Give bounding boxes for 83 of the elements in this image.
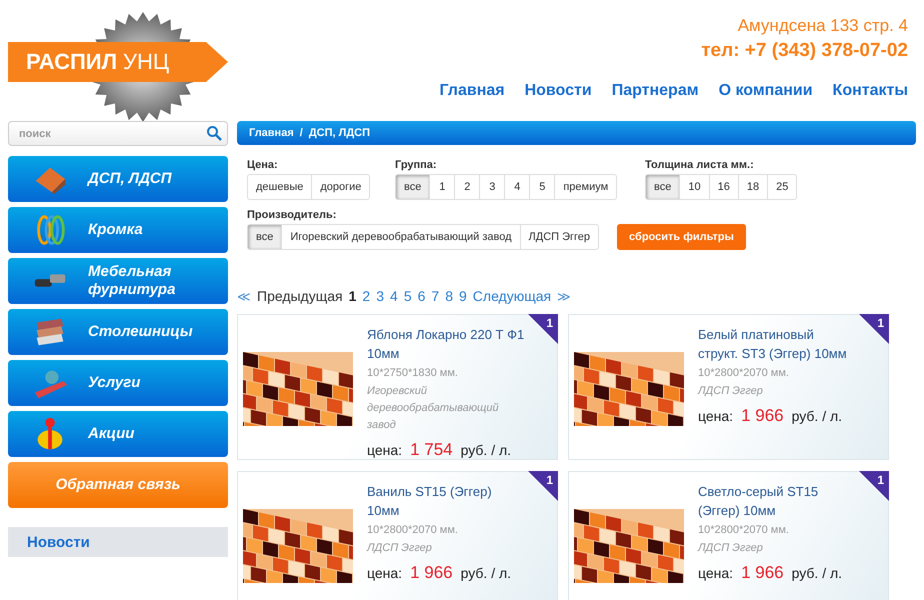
page-link[interactable]: 6 [418,288,426,304]
filter-label: Группа: [395,159,438,171]
page-link[interactable]: 5 [404,288,412,304]
category-button[interactable]: Услуги [8,360,228,406]
category-button[interactable]: ДСП, ЛДСП [8,156,228,202]
product-maker: ЛДСП Эггер [367,541,433,556]
reset-filters-button[interactable]: сбросить фильтры [617,224,746,250]
nav-link[interactable]: Контакты [832,82,908,100]
breadcrumb-separator: / [300,127,303,139]
page-link[interactable]: 7 [431,288,440,304]
next-icon[interactable]: ≫ [557,288,572,304]
category-button[interactable]: Столешницы [8,309,228,355]
filter-option[interactable]: 25 [767,174,798,200]
price-unit: руб. / л. [792,565,842,581]
product-name[interactable]: Ваниль ST15 (Эггер) 10мм [367,482,525,520]
product-size: 10*2800*2070 мм. [698,367,790,379]
filter-option[interactable]: ЛДСП Эггер [520,224,600,250]
nav-link[interactable]: Партнерам [612,82,699,100]
group-badge: 1 [859,314,889,344]
page-link[interactable]: 3 [376,288,384,304]
page-link[interactable]: 4 [390,288,398,304]
news-heading: Новости [8,527,228,557]
price-label: цена: [698,408,734,424]
product-maker: Игоревский деревообрабатывающий завод [367,384,500,433]
page-link[interactable]: 1 [348,288,356,304]
product-name[interactable]: Белый платиновый структ. ST3 (Эггер) 10мм [698,325,856,363]
filter-option[interactable]: все [247,224,282,250]
filter-option[interactable]: 3 [479,174,506,200]
previous-icon[interactable]: ≪ [237,288,251,304]
page-link[interactable]: 8 [445,288,453,304]
group-badge: 1 [859,471,889,501]
filter-label: Цена: [247,159,279,171]
filter-option[interactable]: дешевые [247,174,312,200]
price-value: 1 754 [410,440,453,460]
next-link[interactable]: Следующая [472,288,552,304]
category-button[interactable]: Кромка [8,207,228,253]
nav-link[interactable]: Новости [524,82,592,100]
product-name[interactable]: Яблоня Локарно 220 Т Ф1 10мм [367,325,525,363]
filter-label: Толщина листа мм.: [645,159,755,171]
price-value: 1 966 [741,406,784,426]
group-badge: 1 [528,471,558,501]
category-button[interactable]: Акции [8,411,228,457]
filter-option[interactable]: 18 [738,174,768,200]
previous-label: Предыдущая [257,288,343,304]
address-text: Амундсена 133 стр. 4 [738,16,908,36]
filter-option[interactable]: 10 [679,174,710,200]
price-unit: руб. / л. [460,442,512,458]
price-label: цена: [698,565,734,581]
price-value: 1 966 [741,563,784,583]
nav-link[interactable]: О компании [718,82,813,100]
price-label: цена: [367,565,402,581]
filter-option[interactable]: 2 [454,174,480,200]
filter-option[interactable]: 1 [429,174,456,200]
filter-option[interactable]: Игоревский деревообрабатывающий завод [281,224,521,250]
category-button[interactable]: Мебельная фурнитура [8,258,228,304]
price-unit: руб. / л. [460,565,512,581]
breadcrumb-link[interactable]: ДСП, ЛДСП [308,127,370,139]
product-maker: ЛДСП Эггер [698,384,764,399]
filter-option[interactable]: 16 [708,174,739,200]
page-link[interactable]: 9 [459,288,467,304]
group-badge: 1 [528,314,558,344]
product-size: 10*2800*2070 мм. [698,524,790,536]
nav-link[interactable]: Главная [440,82,505,100]
product-size: 10*2800*2070 мм. [367,524,459,536]
logo-banner: РАСПИЛ УНЦ [8,42,228,82]
phone-text: тел: +7 (343) 378-07-02 [701,40,908,62]
filter-label: Производитель: [247,209,338,221]
filter-option[interactable]: 5 [529,174,556,200]
filter-option[interactable]: дорогие [311,174,370,200]
search-field[interactable]: поиск [8,121,228,146]
page-link[interactable]: 2 [362,288,370,304]
product-size: 10*2750*1830 мм. [367,367,459,379]
product-name[interactable]: Светло-серый ST15 (Эггер) 10мм [698,482,856,520]
price-value: 1 966 [410,563,453,583]
product-maker: ЛДСП Эггер [698,541,764,556]
breadcrumb-link[interactable]: Главная [249,127,294,139]
search-icon[interactable] [206,125,222,141]
filter-option[interactable]: премиум [554,174,618,200]
price-label: цена: [367,442,402,458]
filter-option[interactable]: все [645,174,680,200]
filter-option[interactable]: 4 [504,174,530,200]
price-unit: руб. / л. [792,408,842,424]
filter-option[interactable]: все [395,174,430,200]
